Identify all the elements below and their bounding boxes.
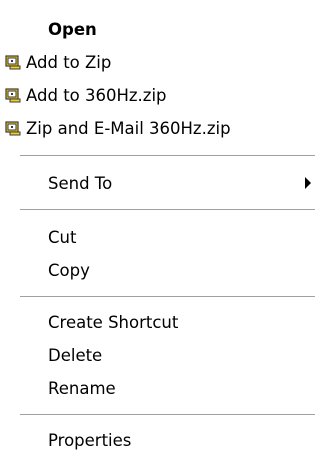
menu-separator [20, 296, 315, 298]
winzip-icon [4, 86, 22, 104]
menu-item-zip-and-email[interactable]: Zip and E-Mail 360Hz.zip [0, 113, 315, 143]
menu-item-copy-label: Copy [48, 260, 90, 280]
chevron-right-icon [305, 177, 311, 189]
menu-item-properties[interactable]: Properties [0, 425, 315, 455]
menu-item-add-to-named-zip[interactable]: Add to 360Hz.zip [0, 80, 315, 110]
menu-item-zip-and-email-label: Zip and E-Mail 360Hz.zip [26, 118, 231, 138]
winzip-icon [4, 53, 22, 71]
menu-item-add-to-zip[interactable]: Add to Zip [0, 47, 315, 77]
menu-item-add-to-zip-label: Add to Zip [26, 52, 112, 72]
menu-item-send-to-label: Send To [48, 173, 113, 193]
menu-item-add-to-named-zip-label: Add to 360Hz.zip [26, 85, 167, 105]
menu-item-open[interactable]: Open [0, 14, 315, 44]
menu-item-create-shortcut-label: Create Shortcut [48, 312, 179, 332]
menu-item-rename-label: Rename [48, 378, 116, 398]
menu-item-open-label: Open [48, 19, 97, 39]
menu-item-cut-label: Cut [48, 227, 77, 247]
menu-item-properties-label: Properties [48, 430, 132, 450]
menu-separator [20, 155, 315, 157]
menu-separator [20, 414, 315, 416]
menu-item-rename[interactable]: Rename [0, 373, 315, 403]
menu-item-cut[interactable]: Cut [0, 222, 315, 252]
menu-item-create-shortcut[interactable]: Create Shortcut [0, 307, 315, 337]
menu-item-send-to[interactable]: Send To [0, 168, 315, 198]
menu-item-delete[interactable]: Delete [0, 340, 315, 370]
menu-item-delete-label: Delete [48, 345, 103, 365]
winzip-icon [4, 119, 22, 137]
menu-separator [20, 209, 315, 211]
context-menu: Open Add to Zip Add to 360Hz.zip Zip and… [0, 0, 315, 460]
menu-item-copy[interactable]: Copy [0, 255, 315, 285]
